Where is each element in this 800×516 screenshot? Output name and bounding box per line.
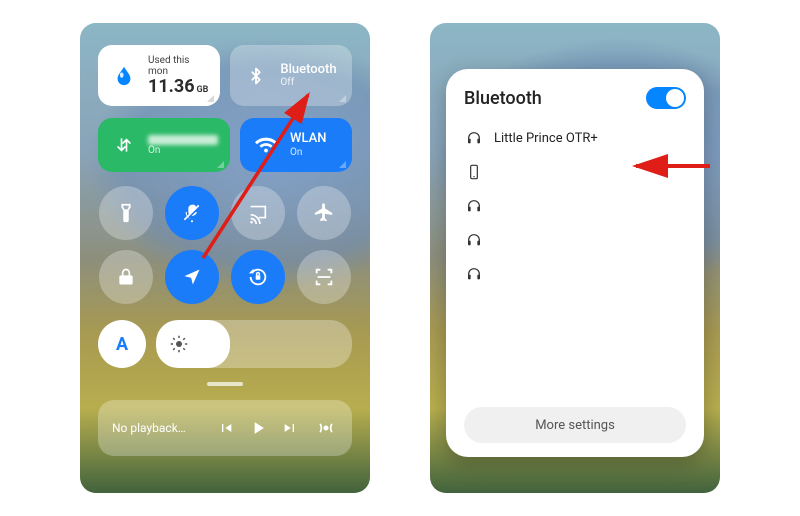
play-icon [248,418,268,438]
wlan-tile[interactable]: WLAN On [240,118,352,172]
scan-icon [313,266,335,288]
device-name: Little Prince OTR+ [494,131,684,146]
bluetooth-toggle-switch[interactable] [646,87,686,109]
brightness-icon [170,335,188,353]
airplane-mode-button[interactable] [297,186,351,240]
location-button[interactable] [165,250,219,304]
bluetooth-tile-title: Bluetooth [280,63,336,77]
bluetooth-icon [242,62,270,90]
headphones-icon [466,232,482,248]
wlan-tile-title: WLAN [290,132,326,146]
bluetooth-device-item[interactable]: Little Prince OTR+ [464,121,686,155]
cast-icon [247,202,269,224]
bluetooth-panel: Bluetooth Little Prince OTR+ More settin… [446,69,704,457]
phone-icon [466,164,482,180]
phone-bluetooth-panel: Bluetooth Little Prince OTR+ More settin… [430,23,720,493]
rotation-lock-icon [247,266,269,288]
brightness-slider[interactable] [156,320,352,368]
media-play-button[interactable] [246,416,270,440]
headphones-icon [466,266,482,282]
resize-handle-icon [339,161,346,168]
skip-next-icon [282,420,298,436]
auto-brightness-label: A [116,334,128,355]
mute-icon [181,202,203,224]
water-drop-icon [110,62,138,90]
data-arrows-icon [110,131,138,159]
bluetooth-device-item[interactable] [464,257,686,291]
quick-toggle-grid [98,186,352,304]
bluetooth-device-item[interactable] [464,155,686,189]
rotation-lock-button[interactable] [231,250,285,304]
resize-handle-icon [339,95,346,102]
cast-button[interactable] [231,186,285,240]
media-previous-button[interactable] [214,416,238,440]
data-usage-value: 11.36 [148,76,195,97]
media-output-button[interactable] [314,416,338,440]
drag-handle-icon[interactable] [207,382,243,386]
more-settings-button[interactable]: More settings [464,407,686,443]
mobile-data-status: On [148,145,218,156]
media-label: No playback… [112,421,206,435]
lock-button[interactable] [99,250,153,304]
flashlight-icon [115,202,137,224]
cast-audio-icon [316,418,336,438]
bluetooth-device-item[interactable] [464,223,686,257]
media-next-button[interactable] [278,416,302,440]
data-usage-tile[interactable]: Used this mon 11.36GB [98,45,220,106]
data-usage-unit: GB [197,85,209,95]
bluetooth-tile-status: Off [280,77,336,88]
resize-handle-icon [217,161,224,168]
resize-handle-icon [207,95,214,102]
location-arrow-icon [182,267,202,287]
blurred-carrier-name [148,135,218,145]
brightness-fill [156,320,230,368]
auto-brightness-button[interactable]: A [98,320,146,368]
wlan-tile-status: On [290,147,326,158]
more-settings-label: More settings [535,418,615,433]
wifi-icon [252,131,280,159]
tutorial-stage: Used this mon 11.36GB Bluetooth Off [0,0,800,516]
headphones-icon [466,130,482,146]
bluetooth-tile[interactable]: Bluetooth Off [230,45,352,106]
mute-button[interactable] [165,186,219,240]
media-player-tile[interactable]: No playback… [98,400,352,456]
bluetooth-panel-title: Bluetooth [464,88,542,109]
data-usage-header: Used this mon [148,55,208,77]
scanner-button[interactable] [297,250,351,304]
lock-icon [116,267,136,287]
airplane-icon [313,202,335,224]
flashlight-button[interactable] [99,186,153,240]
control-center: Used this mon 11.36GB Bluetooth Off [80,23,370,493]
mobile-data-tile[interactable]: On [98,118,230,172]
headphones-icon [466,198,482,214]
bluetooth-device-list: Little Prince OTR+ [464,121,686,291]
bluetooth-device-item[interactable] [464,189,686,223]
phone-control-center: Used this mon 11.36GB Bluetooth Off [80,23,370,493]
skip-previous-icon [218,420,234,436]
